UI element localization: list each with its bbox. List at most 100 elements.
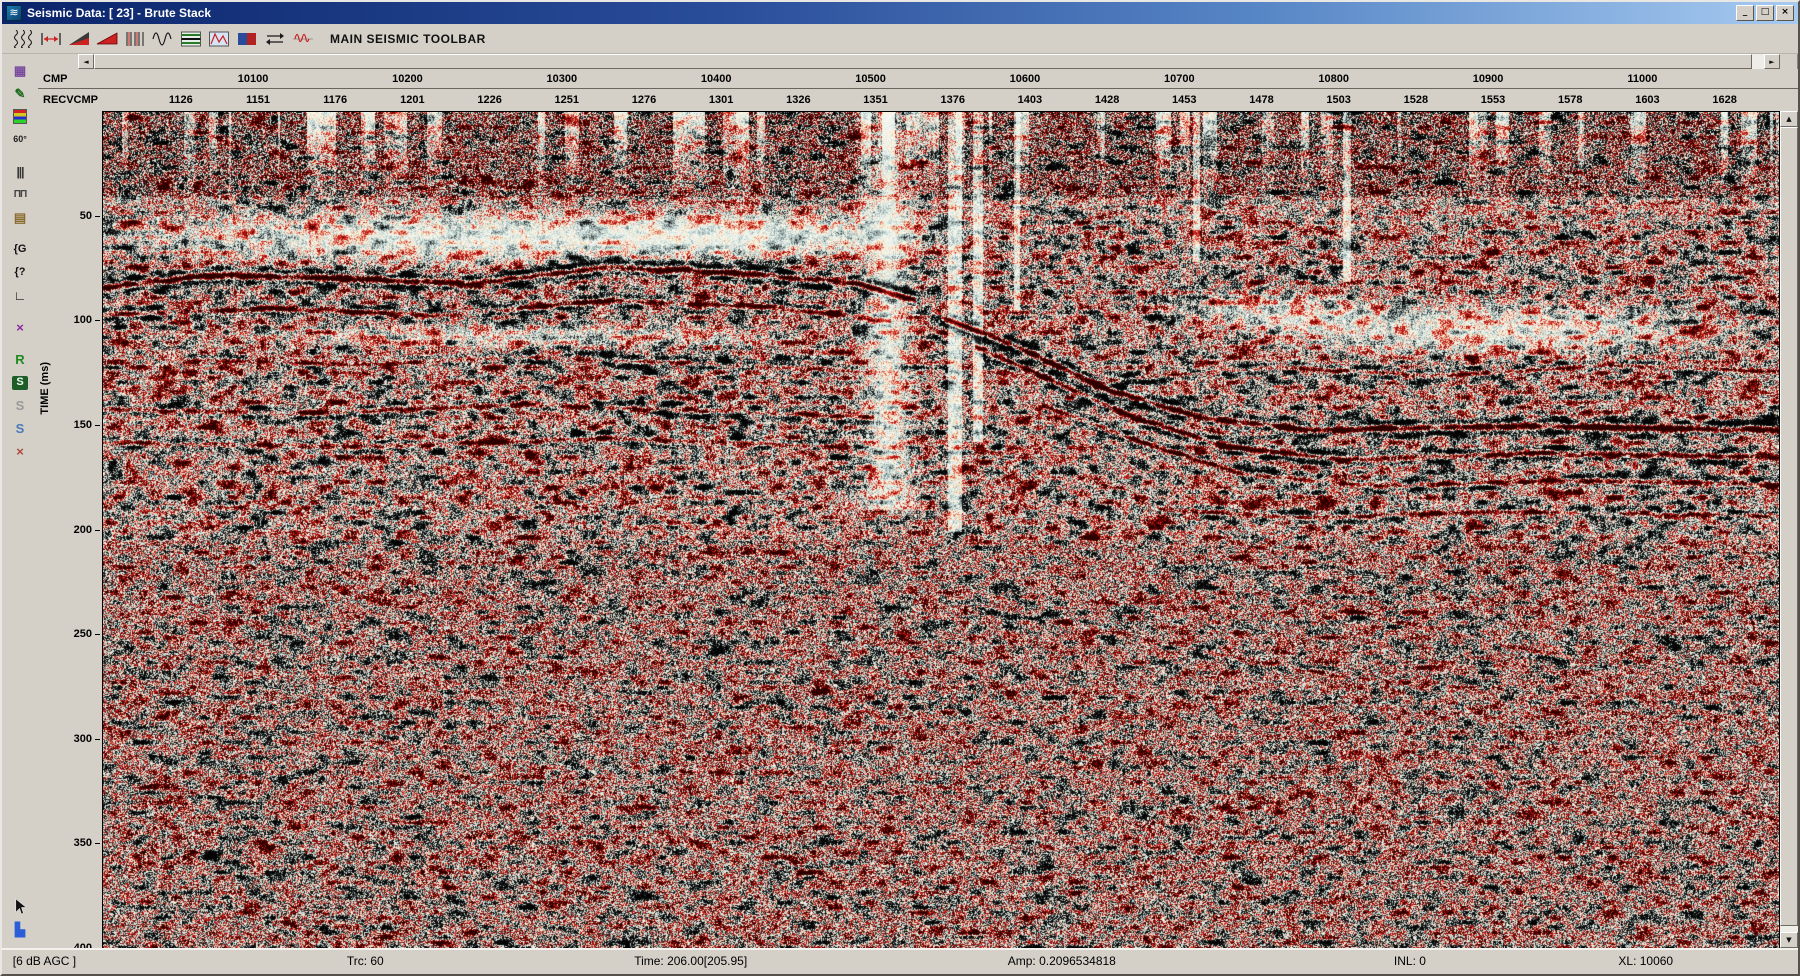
scroll-right-button[interactable]: ►	[1764, 54, 1780, 69]
plot-body: TIME (ms) 50100150200250300350400 ▲ ▼	[38, 111, 1798, 948]
recvcmp-tick-label: 1503	[1326, 94, 1350, 106]
agc-status: [6 dB AGC ]	[13, 954, 76, 968]
time-tick-label: 300	[74, 733, 92, 745]
recvcmp-tick-label: 1276	[632, 94, 656, 106]
cmp-tick-label: 10700	[1164, 73, 1195, 85]
app-icon[interactable]: ≋	[6, 5, 22, 21]
recvcmp-axis-label: RECVCMP	[38, 89, 102, 111]
cmp-tick-label: 10900	[1473, 73, 1504, 85]
r-tool-icon[interactable]: R	[7, 349, 33, 370]
query-tool-icon[interactable]: {?	[7, 262, 33, 283]
swap-arrows-icon[interactable]	[262, 28, 287, 50]
axes-tool-icon[interactable]: ∟	[7, 285, 33, 306]
cmp-tick-label: 10800	[1318, 73, 1349, 85]
recvcmp-tick-label: 1453	[1172, 94, 1196, 106]
time-tick-label: 50	[80, 210, 92, 222]
hscroll-track[interactable]	[94, 54, 1764, 69]
recvcmp-tick-label: 1478	[1249, 94, 1273, 106]
window-title: Seismic Data: [ 23] - Brute Stack	[27, 6, 1731, 20]
title-bar[interactable]: ≋ Seismic Data: [ 23] - Brute Stack _ □ …	[2, 2, 1798, 24]
horizontal-scrollbar[interactable]: ◄ ►	[78, 54, 1780, 69]
scroll-up-button[interactable]: ▲	[1780, 111, 1798, 127]
s-tool-icon[interactable]: S	[7, 372, 33, 393]
variable-density-icon[interactable]	[178, 28, 203, 50]
recvcmp-tick-label: 1126	[169, 94, 193, 106]
recvcmp-ticks: 1126115111761201122612511276130113261351…	[102, 89, 1780, 111]
toolbar-title: MAIN SEISMIC TOOLBAR	[330, 32, 486, 46]
cmp-tick-label: 10600	[1010, 73, 1041, 85]
g-tool-icon[interactable]: {G	[7, 239, 33, 260]
time-tick-label: 200	[74, 524, 92, 536]
colorbar-icon[interactable]	[7, 106, 33, 127]
recvcmp-tick-label: 1376	[940, 94, 964, 106]
picks-tool-icon[interactable]: ×	[7, 317, 33, 338]
waveform-icon[interactable]	[150, 28, 175, 50]
inline-status: INL: 0	[1394, 954, 1426, 968]
crossline-status: XL: 10060	[1618, 954, 1673, 968]
scroll-left-button[interactable]: ◄	[78, 54, 94, 69]
seismic-section[interactable]	[102, 111, 1780, 948]
cmp-axis-row: CMP 101001020010300104001050010600107001…	[38, 69, 1798, 89]
cmp-tick-label: 10500	[855, 73, 886, 85]
recvcmp-tick-label: 1301	[709, 94, 733, 106]
grid-icon[interactable]: ▦	[7, 60, 33, 81]
s-plus-tool-icon[interactable]: S	[7, 418, 33, 439]
cmp-axis-label: CMP	[38, 69, 102, 88]
cmp-tick-label: 10400	[701, 73, 732, 85]
recvcmp-tick-label: 1201	[400, 94, 424, 106]
recvcmp-tick-label: 1326	[786, 94, 810, 106]
seismic-canvas[interactable]	[103, 112, 1779, 948]
traces-icon[interactable]: |||	[7, 161, 33, 182]
overlay-display-icon[interactable]	[234, 28, 259, 50]
angle-icon[interactable]: 60°	[7, 129, 33, 150]
vscroll-track[interactable]	[1780, 127, 1798, 932]
gain-ramp-icon[interactable]	[66, 28, 91, 50]
scroll-down-button[interactable]: ▼	[1780, 932, 1798, 948]
minimize-button[interactable]: _	[1736, 5, 1754, 21]
maximize-button[interactable]: □	[1756, 5, 1774, 21]
red-wedge-icon[interactable]	[94, 28, 119, 50]
cursor-icon[interactable]	[7, 896, 33, 917]
left-toolbar: ▦✎60°|||ΠΠ▤{G{?∟×RSSS×▙	[2, 54, 38, 948]
hscroll-thumb[interactable]	[94, 54, 1752, 69]
amplitude-status: Amp: 0.2096534818	[1008, 954, 1116, 968]
wavelet-icon[interactable]	[290, 28, 315, 50]
recvcmp-tick-label: 1553	[1481, 94, 1505, 106]
toolbar-icons	[10, 28, 315, 50]
delete-icon[interactable]: ×	[7, 441, 33, 462]
recvcmp-tick-label: 1628	[1712, 94, 1736, 106]
recvcmp-tick-label: 1151	[246, 94, 270, 106]
ruler-icon[interactable]: ▤	[7, 207, 33, 228]
recvcmp-tick-label: 1428	[1095, 94, 1119, 106]
cmp-tick-label: 10300	[546, 73, 577, 85]
trace-expand-icon[interactable]	[38, 28, 63, 50]
pan-tool-icon[interactable]: ▙	[7, 919, 33, 940]
status-bar: [6 dB AGC ]Trc: 60Time: 206.00[205.95]Am…	[2, 948, 1798, 974]
cmp-tick-label: 10200	[392, 73, 423, 85]
vscroll-thumb[interactable]	[1780, 127, 1798, 926]
spectrum-icon[interactable]	[206, 28, 231, 50]
time-tick-label: 350	[74, 837, 92, 849]
cmp-tick-label: 11000	[1627, 73, 1657, 85]
cmp-tick-label: 10100	[238, 73, 269, 85]
main-toolbar: MAIN SEISMIC TOOLBAR	[2, 24, 1798, 54]
comb-icon[interactable]: ΠΠ	[7, 184, 33, 205]
s-minus-tool-icon[interactable]: S	[7, 395, 33, 416]
time-tick-label: 100	[74, 314, 92, 326]
recvcmp-tick-label: 1251	[555, 94, 579, 106]
time-axis-title: TIME (ms)	[39, 362, 51, 415]
time-tick-label: 250	[74, 628, 92, 640]
recvcmp-axis-row: RECVCMP 1126 1151 1176 1201 1226 1251 1276 1301…	[38, 89, 1798, 111]
cmp-ticks: 10100 10200 10300 10400 10500 10600 10700 10800…	[102, 69, 1780, 88]
recvcmp-tick-label: 1603	[1635, 94, 1659, 106]
recvcmp-tick-label: 1528	[1404, 94, 1428, 106]
recvcmp-tick-label: 1176	[323, 94, 347, 106]
time-tick-label: 150	[74, 419, 92, 431]
dense-traces-icon[interactable]	[122, 28, 147, 50]
wiggle-trace-icon[interactable]	[10, 28, 35, 50]
vertical-scrollbar[interactable]: ▲ ▼	[1780, 111, 1798, 948]
pencil-icon[interactable]: ✎	[7, 83, 33, 104]
close-button[interactable]: ×	[1776, 5, 1794, 21]
recvcmp-tick-label: 1226	[477, 94, 501, 106]
time-axis: TIME (ms) 50100150200250300350400	[38, 111, 102, 948]
